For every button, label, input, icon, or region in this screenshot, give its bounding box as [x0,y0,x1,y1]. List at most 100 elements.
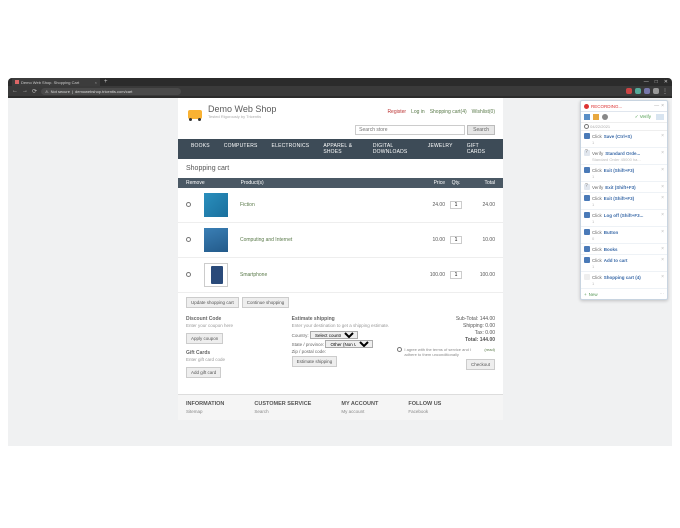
recorder-step[interactable]: Click Exit (Shift+F3)×1 [581,193,667,210]
nav-forward-icon[interactable]: → [22,88,28,94]
step-delete-icon[interactable]: × [661,133,664,139]
url-text: demowebshop.tricentis.com/cart [75,89,132,94]
step-delete-icon[interactable]: × [661,167,664,173]
recorder-step[interactable]: Click Save (Ctrl+S)×1 [581,131,667,148]
country-select[interactable]: Select country [310,331,358,339]
shipping-title: Estimate shipping [292,316,390,322]
add-giftcard-button[interactable]: Add gift card [186,367,221,378]
panel-expand-icon[interactable] [656,114,664,120]
verify-button[interactable]: Verify [635,114,651,120]
panel-close-icon[interactable]: × [661,103,664,109]
target-icon[interactable] [602,114,608,120]
nav-item[interactable]: DIGITAL DOWNLOADS [366,139,421,159]
tax-value: 0.00 [485,330,495,336]
home-icon[interactable] [584,114,590,120]
step-delete-icon[interactable]: × [661,184,664,190]
recorder-step[interactable]: Click Exit (Shift+F3)×1 [581,165,667,182]
recorder-step[interactable]: Verify Standard Orde...×Standard Order 4… [581,148,667,165]
nav-item[interactable]: BOOKS [184,139,217,159]
extension-icon[interactable] [626,88,632,94]
update-cart-button[interactable]: Update shopping cart [186,297,239,308]
nav-item[interactable]: APPAREL & SHOES [316,139,366,159]
state-select[interactable]: Other (Non US) [325,340,373,348]
login-link[interactable]: Log in [411,109,425,115]
step-delete-icon[interactable]: × [661,257,664,263]
remove-checkbox[interactable] [186,237,191,242]
session-checkbox[interactable] [584,124,589,129]
panel-more-icon[interactable]: ⋯ [660,291,665,297]
step-type-icon [584,257,590,263]
nav-reload-icon[interactable]: ⟳ [32,88,37,95]
recorder-step[interactable]: Click Shopping cart (4)×1 [581,272,667,289]
recording-icon [584,104,589,109]
estimate-shipping-button[interactable]: Estimate shipping [292,356,338,367]
footer-link[interactable]: Search [254,409,311,414]
search-input[interactable] [355,125,465,135]
step-detail: 1 [584,174,664,179]
checkout-button[interactable]: Checkout [466,359,495,370]
continue-shopping-button[interactable]: Continue shopping [242,297,290,308]
extension-icon[interactable] [644,88,650,94]
product-name[interactable]: Fiction [240,202,417,208]
step-action: Click [592,258,602,263]
history-icon[interactable] [593,114,599,120]
nav-item[interactable]: GIFT CARDS [460,139,497,159]
footer-link[interactable]: My account [341,409,378,414]
new-tab-button[interactable]: + [104,79,108,85]
step-delete-icon[interactable]: × [661,246,664,252]
new-step-label[interactable]: New [589,292,598,297]
cart-link[interactable]: Shopping cart(4) [430,109,467,115]
window-close-icon[interactable]: ✕ [664,79,668,85]
nav-item[interactable]: JEWELRY [421,139,460,159]
step-action: Verify [592,185,603,190]
browser-menu-icon[interactable]: ⋮ [662,88,668,94]
apply-coupon-button[interactable]: Apply coupon [186,333,223,344]
step-delete-icon[interactable]: × [661,195,664,201]
wishlist-link[interactable]: Wishlist(0) [472,109,495,115]
step-action: Click [592,196,602,201]
remove-checkbox[interactable] [186,202,191,207]
recorder-step[interactable]: Verify Exit (Shift+F3)× [581,182,667,193]
step-delete-icon[interactable]: × [661,150,664,156]
extension-icon[interactable] [635,88,641,94]
step-delete-icon[interactable]: × [661,229,664,235]
recorder-step[interactable]: Click Button×0 [581,227,667,244]
security-warning-text: Not secure [51,89,70,94]
tab-close-icon[interactable]: × [95,80,97,85]
terms-read-link[interactable]: (read) [484,347,495,357]
url-field[interactable]: ⚠ Not secure | demowebshop.tricentis.com… [41,88,181,95]
step-delete-icon[interactable]: × [661,274,664,280]
discount-hint: Enter your coupon here [186,323,284,328]
country-label: Country: [292,333,309,338]
browser-tab[interactable]: Demo Web Shop. Shopping Cart × [12,78,100,86]
step-detail: 1 [584,219,664,224]
logo-icon[interactable] [186,105,204,119]
nav-back-icon[interactable]: ← [12,88,18,94]
footer-link[interactable]: Sitemap [186,409,224,414]
window-maximize-icon[interactable]: □ [655,79,658,85]
recorder-step[interactable]: Click Books× [581,244,667,255]
cart-row: Computing and Internet 10.00 10.00 [178,223,503,258]
step-detail: 1 [584,281,664,286]
search-button[interactable]: Search [467,125,495,135]
terms-checkbox[interactable] [397,347,402,352]
step-delete-icon[interactable]: × [661,212,664,218]
nav-item[interactable]: COMPUTERS [217,139,265,159]
product-name[interactable]: Smartphone [240,272,417,278]
panel-minimize-icon[interactable]: — [654,103,659,109]
remove-checkbox[interactable] [186,272,191,277]
qty-input[interactable] [450,236,462,244]
nav-item[interactable]: ELECTRONICS [265,139,317,159]
register-link[interactable]: Register [387,109,406,115]
add-step-icon[interactable]: + [584,292,587,297]
footer-link[interactable]: Facebook [408,409,441,414]
profile-avatar-icon[interactable] [653,88,659,94]
product-name[interactable]: Computing and Internet [240,237,417,243]
qty-input[interactable] [450,271,462,279]
footer-heading: MY ACCOUNT [341,401,378,407]
recorder-step[interactable]: Click Log off (Shift+F3...×1 [581,210,667,227]
recorder-step[interactable]: Click Add to cart×1 [581,255,667,272]
qty-input[interactable] [450,201,462,209]
window-minimize-icon[interactable]: — [644,79,649,85]
giftcard-title: Gift Cards [186,350,284,356]
